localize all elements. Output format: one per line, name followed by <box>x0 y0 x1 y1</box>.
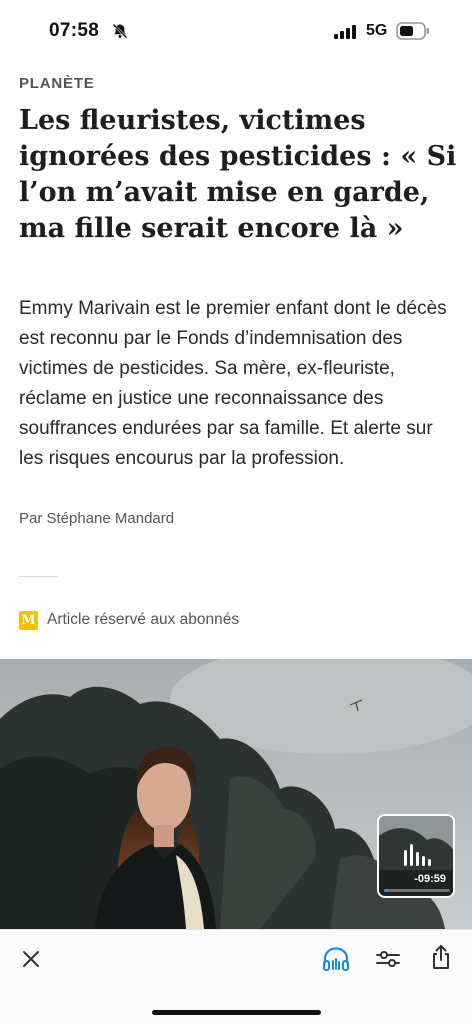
subscriber-notice: M Article réservé aux abonnés <box>19 609 239 631</box>
cellular-signal-icon <box>334 25 356 39</box>
close-button[interactable] <box>16 944 46 974</box>
audio-mini-player[interactable]: -09:59 <box>377 814 455 898</box>
reading-settings-button[interactable] <box>373 944 403 974</box>
status-time: 07:58 <box>49 20 100 41</box>
bell-slash-icon <box>112 23 128 39</box>
audio-progress-fill <box>384 889 388 892</box>
headphones-icon <box>323 947 349 971</box>
settings-sliders-icon <box>376 951 400 967</box>
share-icon <box>433 945 449 969</box>
article-headline: Les fleuristes, victimes ignorées des pe… <box>19 105 457 244</box>
article-byline[interactable]: Par Stéphane Mandard <box>19 510 174 527</box>
status-bar: 07:58 5G <box>0 0 472 64</box>
subscriber-label: Article réservé aux abonnés <box>47 611 240 628</box>
audio-progress-bar[interactable] <box>384 889 450 892</box>
network-type: 5G <box>366 22 388 39</box>
battery-icon <box>396 22 429 40</box>
listen-button[interactable] <box>321 944 351 974</box>
article-lede: Emmy Marivain est le premier enfant dont… <box>19 298 447 469</box>
home-indicator[interactable] <box>152 1010 321 1015</box>
le-monde-logo-icon: M <box>19 610 38 630</box>
divider <box>19 576 58 577</box>
audio-remaining-time: -09:59 <box>414 873 446 885</box>
audio-waveform-icon <box>404 844 431 866</box>
close-icon <box>23 951 39 967</box>
section-rubric[interactable]: PLANÈTE <box>19 75 95 92</box>
share-button[interactable] <box>426 942 456 972</box>
